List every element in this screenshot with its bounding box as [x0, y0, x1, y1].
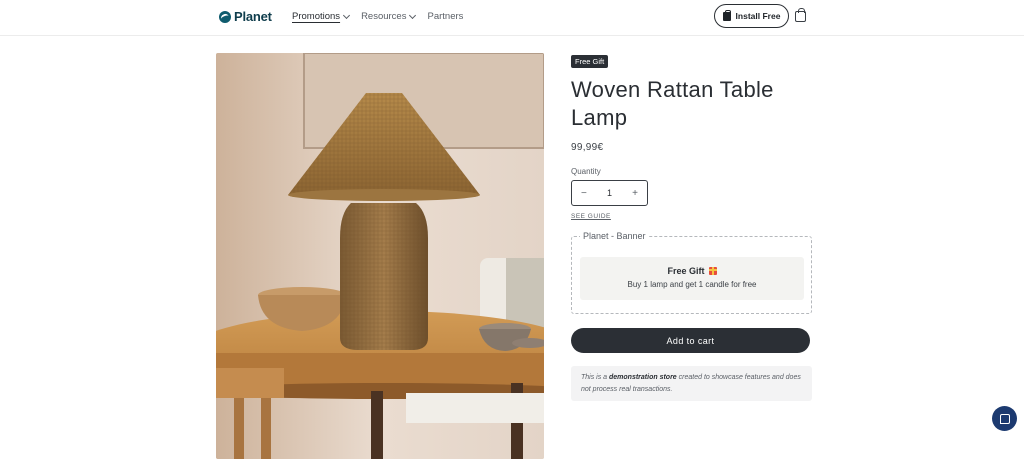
lamp-scene-illustration	[216, 53, 544, 459]
demo-note-strong: demonstration store	[609, 374, 677, 381]
chat-button[interactable]	[992, 406, 1017, 431]
shopify-bag-icon	[722, 9, 731, 21]
chat-icon	[999, 413, 1010, 424]
see-guide-link[interactable]: SEE GUIDE	[571, 213, 611, 220]
free-gift-badge: Free Gift	[571, 55, 609, 68]
nav-item-partners[interactable]: Partners	[427, 11, 463, 22]
banner-legend: Planet - Banner	[580, 231, 649, 241]
increment-button[interactable]: +	[632, 188, 638, 199]
chevron-down-icon	[409, 11, 417, 19]
gift-promo-box: Free Gift Buy 1 lamp and get 1 candle fo…	[580, 257, 804, 300]
demo-note-prefix: This is a	[581, 374, 610, 381]
nav-item-resources[interactable]: Resources	[361, 11, 417, 22]
install-free-button[interactable]: Install Free	[714, 4, 789, 28]
gift-title: Free Gift	[667, 266, 705, 276]
nav-label: Partners	[427, 11, 464, 22]
site-header: Planet Promotions Resources Partners Ins…	[0, 0, 1024, 36]
gift-icon	[708, 267, 717, 275]
gift-title-row: Free Gift	[580, 266, 804, 276]
chevron-down-icon	[343, 11, 351, 19]
logo[interactable]: Planet	[219, 9, 272, 24]
decrement-button[interactable]: −	[581, 188, 587, 199]
nav-label: Resources	[361, 11, 407, 22]
install-label: Install Free	[735, 11, 781, 21]
add-to-cart-button[interactable]: Add to cart	[571, 328, 810, 353]
main-nav: Promotions Resources Partners	[292, 11, 463, 22]
quantity-label: Quantity	[571, 167, 601, 176]
quantity-input[interactable]: 1	[607, 188, 612, 198]
product-title: Woven Rattan Table Lamp	[571, 77, 774, 130]
logo-text: Planet	[234, 9, 272, 24]
quantity-stepper: − 1 +	[571, 180, 648, 206]
nav-item-promotions[interactable]: Promotions	[292, 11, 351, 22]
planet-logo-icon	[219, 10, 231, 23]
product-image[interactable]	[216, 53, 544, 459]
gift-description: Buy 1 lamp and get 1 candle for free	[627, 280, 757, 289]
nav-label: Promotions	[292, 11, 341, 22]
demo-store-notice: This is a demonstration store created to…	[571, 366, 812, 401]
product-price: 99,99€	[571, 142, 604, 153]
cart-icon[interactable]	[795, 8, 806, 22]
